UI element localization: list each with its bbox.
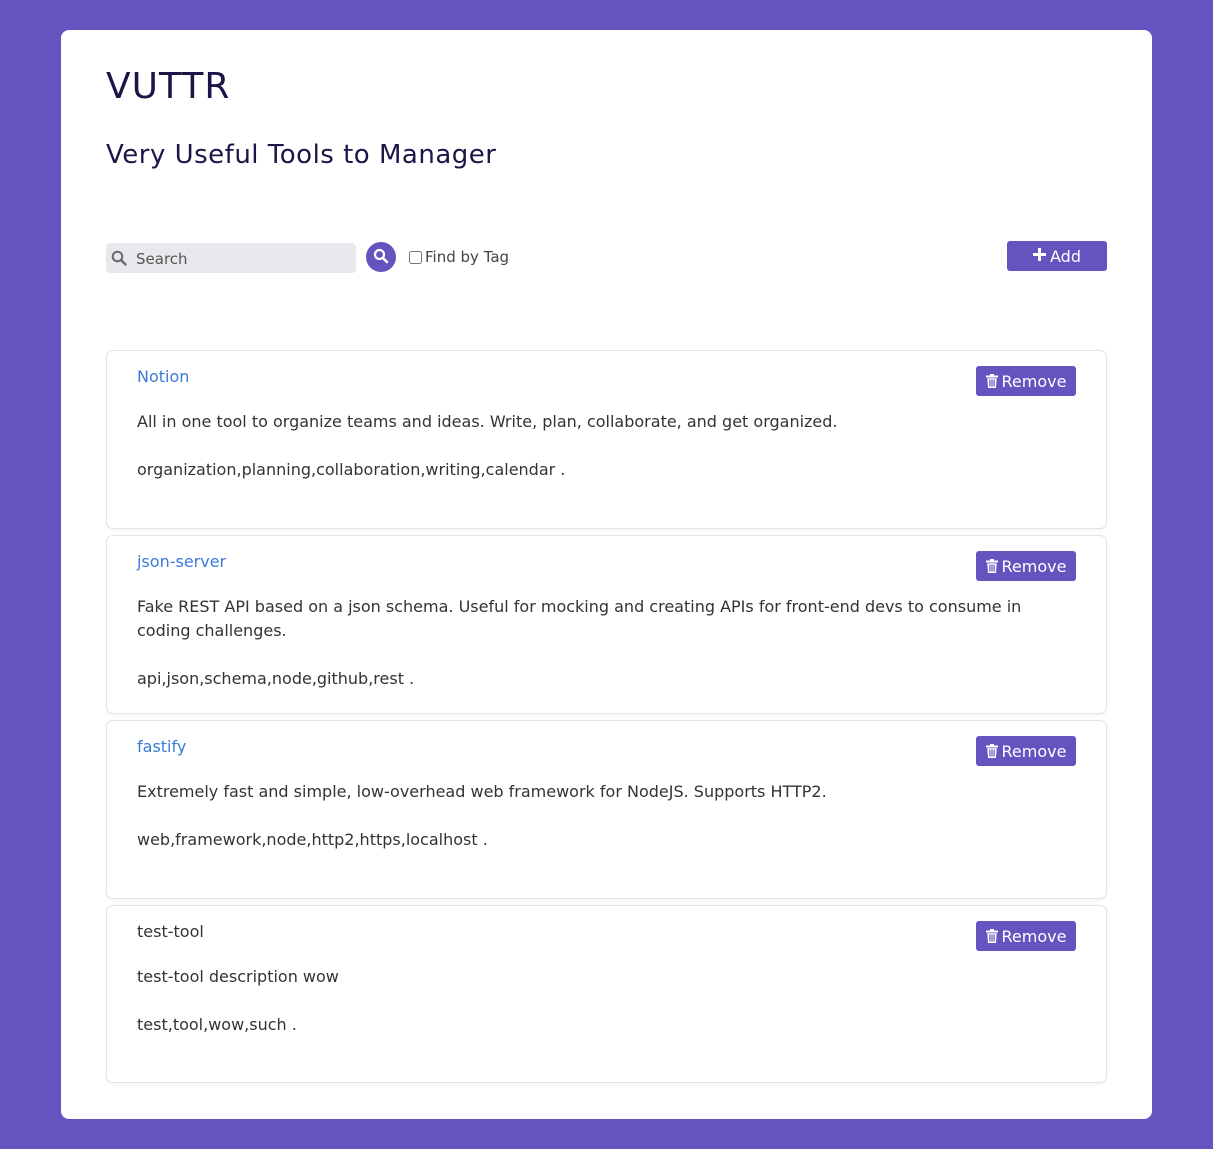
find-by-tag-option[interactable]: Find by Tag xyxy=(409,248,509,266)
find-by-tag-checkbox[interactable] xyxy=(409,250,422,264)
remove-label: Remove xyxy=(1001,371,1067,391)
find-by-tag-label: Find by Tag xyxy=(425,248,510,266)
tool-description: test-tool description wow xyxy=(137,967,339,986)
trash-icon xyxy=(985,744,998,758)
tool-tags: organization,planning,collaboration,writ… xyxy=(137,460,566,479)
remove-button[interactable]: Remove xyxy=(976,366,1076,396)
main-panel: VUTTR Very Useful Tools to Manager Find xyxy=(61,30,1152,1119)
app-subtitle: Very Useful Tools to Manager xyxy=(106,140,497,170)
tool-title-link[interactable]: fastify xyxy=(137,737,186,757)
remove-label: Remove xyxy=(1001,926,1067,946)
trash-icon xyxy=(985,374,998,388)
tool-card: Notion All in one tool to organize teams… xyxy=(106,350,1107,529)
tool-description: All in one tool to organize teams and id… xyxy=(137,412,838,431)
tool-card: fastify Extremely fast and simple, low-o… xyxy=(106,720,1107,899)
search-input[interactable] xyxy=(134,243,353,275)
tool-tags: api,json,schema,node,github,rest . xyxy=(137,669,415,688)
plus-icon xyxy=(1033,247,1046,265)
tool-description: Fake REST API based on a json schema. Us… xyxy=(137,597,1022,640)
tool-card: json-server Fake REST API based on a jso… xyxy=(106,535,1107,714)
remove-button[interactable]: Remove xyxy=(976,921,1076,951)
remove-label: Remove xyxy=(1001,741,1067,761)
search-field[interactable] xyxy=(106,243,356,275)
tool-title: test-tool xyxy=(137,922,204,941)
remove-label: Remove xyxy=(1001,556,1067,576)
add-label: Add xyxy=(1050,246,1081,266)
tool-tags: test,tool,wow,such . xyxy=(137,1015,297,1034)
search-icon xyxy=(373,248,389,267)
remove-button[interactable]: Remove xyxy=(976,551,1076,581)
tool-list: Notion All in one tool to organize teams… xyxy=(106,350,1107,1089)
tool-description: Extremely fast and simple, low-overhead … xyxy=(137,782,827,801)
add-tool-button[interactable]: Add xyxy=(1007,241,1107,271)
remove-button[interactable]: Remove xyxy=(976,736,1076,766)
toolbar: Find by Tag Add xyxy=(106,241,1107,275)
tool-title-link[interactable]: Notion xyxy=(137,367,189,387)
tool-tags: web,framework,node,http2,https,localhost… xyxy=(137,830,488,849)
tool-card: test-tool test-tool description wow test… xyxy=(106,905,1107,1083)
trash-icon xyxy=(985,929,998,943)
search-icon xyxy=(111,250,127,266)
app-title: VUTTR xyxy=(106,66,231,107)
search-button[interactable] xyxy=(366,242,396,272)
trash-icon xyxy=(985,559,998,573)
tool-title-link[interactable]: json-server xyxy=(137,552,226,572)
